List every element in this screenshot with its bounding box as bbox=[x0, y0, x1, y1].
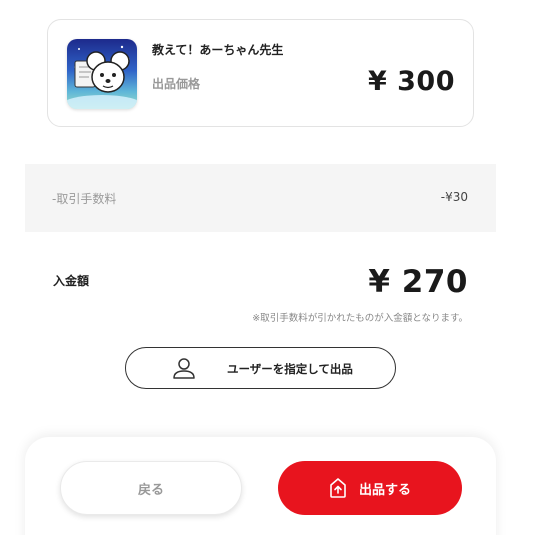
fee-value: -¥30 bbox=[440, 190, 468, 204]
deposit-label: 入金額 bbox=[53, 274, 90, 288]
list-item-button[interactable]: 出品する bbox=[278, 461, 462, 515]
mouse-character-icon bbox=[67, 39, 137, 109]
product-title: 教えて！あーちゃん先生 bbox=[152, 43, 284, 57]
price-value: ¥ 300 bbox=[367, 66, 455, 97]
back-button[interactable]: 戻る bbox=[60, 461, 242, 515]
back-button-label: 戻る bbox=[137, 482, 164, 498]
list-item-button-label: 出品する bbox=[358, 482, 411, 498]
fee-label: -取引手数料 bbox=[52, 192, 117, 206]
deposit-note: ※取引手数料が引かれたものが入金額となります。 bbox=[252, 313, 468, 324]
specify-user-label: ユーザーを指定して出品 bbox=[227, 362, 353, 376]
deposit-value: ¥ 270 bbox=[368, 264, 468, 300]
product-card: 教えて！あーちゃん先生 出品価格 ¥ 300 bbox=[47, 19, 474, 127]
specify-user-button[interactable]: ユーザーを指定して出品 bbox=[125, 347, 396, 389]
upload-tag-icon bbox=[330, 478, 346, 498]
bottom-action-panel: 戻る 出品する bbox=[25, 437, 496, 535]
product-thumbnail bbox=[67, 39, 137, 109]
person-icon bbox=[173, 358, 195, 379]
fee-row: -取引手数料 -¥30 bbox=[25, 164, 496, 232]
price-label: 出品価格 bbox=[152, 77, 201, 91]
